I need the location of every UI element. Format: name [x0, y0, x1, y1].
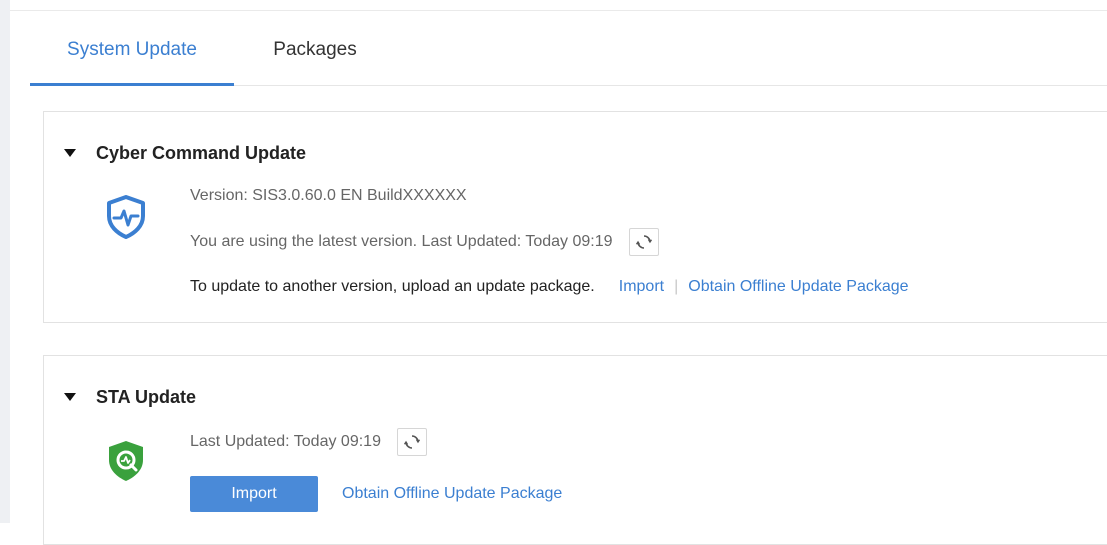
tab-bar: System Update Packages [30, 26, 1107, 86]
sta-actions-row: Import Obtain Offline Update Package [190, 476, 562, 512]
cyber-command-update-card: Cyber Command Update Version: SIS3.0.60.… [43, 111, 1107, 323]
shield-search-icon [104, 438, 148, 489]
shield-pulse-icon [104, 194, 148, 245]
tab-packages[interactable]: Packages [260, 26, 370, 86]
sta-status-row: Last Updated: Today 09:19 [190, 428, 427, 456]
cyber-refresh-button[interactable] [628, 228, 659, 256]
sta-update-card: STA Update Last Updated: Today 09:19 Imp… [43, 355, 1107, 545]
caret-down-icon[interactable] [64, 149, 76, 157]
import-button[interactable]: Import [190, 476, 318, 512]
link-separator: | [674, 278, 679, 295]
sta-update-header[interactable]: STA Update [64, 384, 196, 410]
sta-status-text: Last Updated: Today 09:19 [190, 433, 381, 450]
cyber-status-text: You are using the latest version. Last U… [190, 233, 613, 250]
sta-update-title: STA Update [96, 386, 197, 407]
cyber-command-update-header[interactable]: Cyber Command Update [64, 140, 306, 166]
cyber-command-update-title: Cyber Command Update [96, 142, 307, 163]
left-rail [0, 0, 10, 523]
refresh-icon [635, 235, 652, 249]
refresh-icon [403, 435, 420, 449]
cyber-status-row: You are using the latest version. Last U… [190, 228, 659, 256]
caret-down-icon[interactable] [64, 393, 76, 401]
tab-system-update[interactable]: System Update [30, 26, 234, 86]
sta-refresh-button[interactable] [396, 428, 427, 456]
import-link[interactable]: Import [619, 278, 664, 296]
top-divider [10, 10, 1107, 11]
update-instruction-text: To update to another version, upload an … [190, 278, 595, 295]
version-text: Version: SIS3.0.60.0 EN BuildXXXXXX [190, 187, 467, 204]
obtain-offline-package-link[interactable]: Obtain Offline Update Package [342, 485, 562, 503]
obtain-offline-package-link[interactable]: Obtain Offline Update Package [688, 278, 908, 296]
cyber-instruction-row: To update to another version, upload an … [190, 278, 909, 296]
